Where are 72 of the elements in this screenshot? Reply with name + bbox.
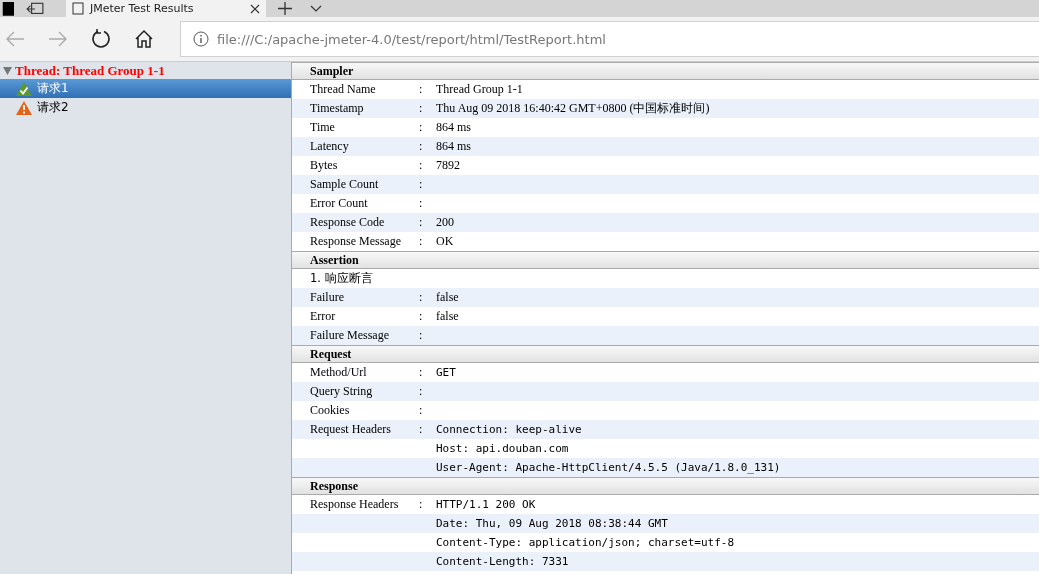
colon-separator: :	[419, 82, 423, 96]
field-value: Thu Aug 09 2018 16:40:42 GMT+0800 (中国标准时间)	[436, 100, 710, 117]
colon-separator: :	[419, 403, 423, 417]
field-label: Response Message	[310, 234, 402, 249]
field-label: Error Count	[310, 196, 369, 211]
field-value: 864 ms	[436, 120, 471, 135]
field-label: Response Code	[310, 215, 386, 230]
field-value: Connection: keep-alive	[436, 423, 582, 436]
field-value: Date: Thu, 09 Aug 2018 08:38:44 GMT	[436, 517, 668, 530]
field-label: Timestamp	[310, 101, 365, 116]
field-label: Time	[310, 120, 336, 135]
colon-separator: :	[419, 384, 423, 398]
field-label: Method/Url	[310, 365, 368, 380]
page-icon	[72, 2, 84, 15]
chevron-down-icon[interactable]	[310, 5, 322, 12]
colon-separator: :	[419, 309, 423, 323]
colon-separator: :	[419, 365, 423, 379]
colon-separator: :	[419, 328, 423, 342]
field-value: Thread Group 1-1	[436, 82, 523, 97]
thread-label[interactable]: Thread: Thread Group 1-1	[15, 62, 165, 79]
field-label: Failure Message	[310, 328, 390, 343]
refresh-icon[interactable]	[90, 28, 112, 50]
warning-icon	[16, 100, 32, 115]
sample-item[interactable]: 请求1	[0, 79, 291, 98]
sample-item[interactable]: 请求2	[0, 98, 291, 117]
field-value: 200	[436, 215, 454, 230]
address-bar[interactable]: file:///C:/apache-jmeter-4.0/test/report/html/TestReport.html	[180, 21, 1039, 57]
field-value: 864 ms	[436, 139, 471, 154]
field-label: Latency	[310, 139, 350, 154]
colon-separator: :	[419, 215, 423, 229]
close-icon[interactable]	[250, 3, 260, 14]
home-icon[interactable]	[133, 28, 155, 50]
field-value: false	[436, 290, 459, 305]
colon-separator: :	[419, 177, 423, 191]
colon-separator: :	[419, 196, 423, 210]
field-label: Cookies	[310, 403, 351, 418]
browser-tab[interactable]: JMeter Test Results	[66, 0, 266, 17]
section-header: Request	[292, 345, 1039, 363]
colon-separator: :	[419, 158, 423, 172]
field-value: Content-Length: 7331	[436, 555, 569, 568]
field-value: OK	[436, 234, 454, 249]
expanded-triangle-icon[interactable]	[3, 66, 12, 75]
field-value: HTTP/1.1 200 OK	[436, 498, 536, 511]
colon-separator: :	[419, 290, 423, 304]
field-label: Thread Name	[310, 82, 377, 97]
field-value: Host: api.douban.com	[436, 442, 569, 455]
colon-separator: :	[419, 101, 423, 115]
section-header: Assertion	[292, 251, 1039, 269]
colon-separator: :	[419, 120, 423, 134]
section-header: Sampler	[292, 62, 1039, 80]
field-label: Response Headers	[310, 497, 400, 512]
check-triangle-icon	[16, 81, 32, 96]
field-value: 7892	[436, 158, 460, 173]
colon-separator: :	[419, 422, 423, 436]
field-value: Content-Type: application/json; charset=utf-8	[436, 536, 734, 549]
field-label: Request Headers	[310, 422, 392, 437]
colon-separator: :	[419, 139, 423, 153]
field-value: GET	[436, 366, 456, 379]
field-value: User-Agent: Apache-HttpClient/4.5.5 (Java/1.8.0_131)	[436, 461, 781, 474]
info-icon[interactable]	[193, 31, 209, 47]
field-label: Failure	[310, 290, 345, 305]
new-tab-icon[interactable]	[278, 2, 292, 15]
field-value: false	[436, 309, 459, 324]
field-label: Query String	[310, 384, 374, 399]
colon-separator: :	[419, 497, 423, 511]
field-label: Sample Count	[310, 177, 380, 192]
field-label: Error	[310, 309, 337, 324]
section-header: Response	[292, 477, 1039, 495]
tabs-aside-icon[interactable]	[26, 2, 44, 17]
field-label: Bytes	[310, 158, 339, 173]
colon-separator: :	[419, 234, 423, 248]
assertion-name: 1. 响应断言	[310, 271, 373, 286]
